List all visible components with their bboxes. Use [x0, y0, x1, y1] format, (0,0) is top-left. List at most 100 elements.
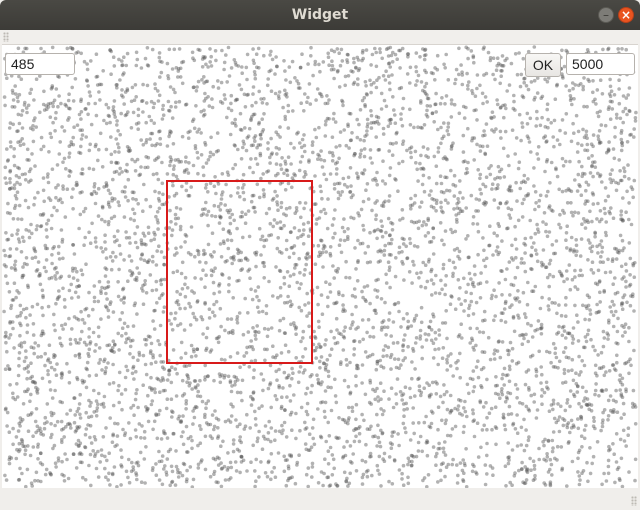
scatter-point — [262, 53, 266, 58]
scatter-point — [573, 303, 577, 308]
scatter-point — [269, 326, 274, 330]
scatter-point — [213, 175, 217, 179]
scatter-point — [212, 184, 217, 189]
grip-icon[interactable] — [3, 32, 9, 42]
scatter-point — [52, 312, 56, 317]
scatter-point — [379, 91, 384, 96]
scatter-point — [11, 217, 16, 221]
scatter-point — [139, 138, 143, 142]
scatter-point — [156, 339, 160, 343]
scatter-point — [42, 108, 47, 112]
scatter-point — [46, 102, 51, 106]
scatter-point — [382, 451, 387, 456]
scatter-point — [505, 348, 510, 353]
scatter-point — [255, 162, 260, 166]
scatter-point — [591, 99, 596, 104]
scatter-point — [151, 172, 156, 177]
scatter-point — [580, 143, 584, 147]
scatter-point — [523, 269, 528, 274]
scatter-point — [4, 231, 8, 235]
scatter-point — [132, 377, 136, 381]
minimize-icon[interactable]: – — [598, 7, 614, 23]
scatter-point — [515, 413, 519, 417]
scatter-canvas[interactable] — [2, 44, 638, 489]
scatter-point — [173, 483, 178, 487]
scatter-point — [92, 182, 97, 186]
scatter-point — [429, 328, 434, 332]
scatter-point — [488, 224, 492, 228]
scatter-point — [431, 252, 436, 256]
scatter-point — [260, 447, 265, 452]
scatter-point — [504, 395, 509, 400]
scatter-point — [323, 211, 328, 216]
close-icon[interactable]: × — [618, 7, 634, 23]
scatter-point — [386, 216, 391, 221]
scatter-point — [170, 480, 174, 485]
scatter-point — [149, 341, 154, 346]
scatter-point — [437, 328, 441, 332]
scatter-point — [608, 94, 613, 98]
scatter-point — [550, 243, 555, 247]
scatter-point — [332, 466, 337, 471]
scatter-point — [236, 147, 240, 152]
scatter-point — [564, 295, 568, 300]
scatter-point — [465, 167, 469, 171]
scatter-point — [475, 472, 479, 476]
scatter-point — [253, 76, 258, 81]
scatter-point — [8, 170, 12, 174]
scatter-point — [134, 369, 138, 374]
scatter-point — [453, 77, 458, 82]
scatter-point — [384, 104, 389, 109]
scatter-point — [368, 148, 373, 152]
scatter-point — [532, 241, 536, 245]
scatter-point — [441, 262, 446, 267]
scatter-point — [580, 222, 584, 226]
scatter-point — [365, 427, 370, 431]
scatter-point — [435, 53, 440, 58]
scatter-point — [522, 197, 526, 202]
scatter-point — [175, 299, 180, 303]
scatter-point — [229, 465, 234, 470]
scatter-point — [341, 176, 346, 181]
scatter-point — [178, 292, 183, 297]
scatter-point — [599, 350, 604, 355]
scatter-point — [169, 130, 173, 134]
scatter-point — [160, 160, 164, 165]
scatter-point — [619, 128, 624, 133]
scatter-point — [279, 200, 284, 205]
scatter-point — [342, 445, 346, 449]
scatter-point — [621, 120, 625, 125]
scatter-point — [33, 255, 38, 260]
scatter-point — [87, 148, 92, 153]
scatter-point — [624, 262, 628, 266]
scatter-point — [173, 316, 177, 321]
scatter-point — [174, 206, 179, 210]
scatter-point — [248, 276, 252, 280]
scatter-point — [97, 361, 101, 365]
scatter-point — [399, 112, 403, 116]
scatter-point — [443, 66, 448, 70]
scatter-point — [141, 302, 146, 307]
scatter-point — [67, 92, 71, 96]
scatter-point — [537, 204, 541, 209]
scatter-point — [229, 414, 234, 418]
scatter-point — [480, 91, 485, 96]
scatter-point — [172, 194, 177, 198]
scatter-point — [286, 466, 291, 471]
scatter-point — [326, 295, 330, 300]
scatter-point — [41, 144, 46, 149]
scatter-point — [307, 324, 311, 329]
scatter-point — [591, 192, 596, 197]
scatter-point — [203, 186, 208, 190]
scatter-point — [14, 435, 19, 439]
scatter-point — [298, 141, 302, 145]
scatter-point — [306, 234, 311, 238]
scatter-point — [104, 291, 108, 296]
scatter-plot[interactable] — [2, 45, 638, 489]
scatter-point — [104, 181, 109, 185]
scatter-point — [544, 194, 549, 198]
scatter-point — [6, 364, 10, 368]
scatter-point — [570, 459, 575, 464]
scatter-point — [39, 46, 43, 51]
scatter-point — [223, 203, 227, 207]
